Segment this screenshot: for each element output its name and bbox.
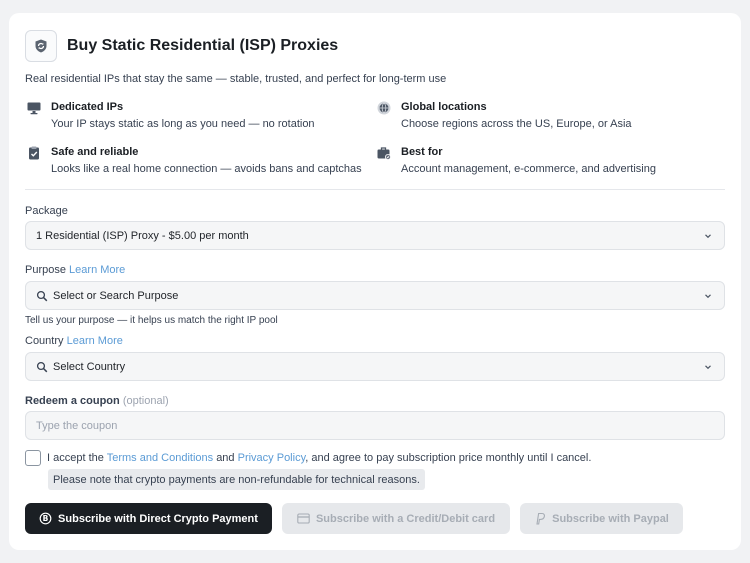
- feature-title: Global locations: [401, 101, 487, 113]
- search-icon: [36, 290, 48, 302]
- coupon-label-row: Redeem a coupon (optional): [25, 395, 169, 407]
- terms-conditions-link[interactable]: Terms and Conditions: [107, 452, 213, 464]
- subscribe-card-button[interactable]: Subscribe with a Credit/Debit card: [282, 503, 510, 534]
- paypal-icon: [534, 512, 546, 525]
- coupon-input[interactable]: [25, 411, 725, 440]
- header: Buy Static Residential (ISP) Proxies: [25, 30, 338, 62]
- country-label-row: Country Learn More: [25, 335, 123, 347]
- proxy-shield-icon: [25, 30, 57, 62]
- chevron-down-icon: [703, 231, 713, 244]
- purpose-label-row: Purpose Learn More: [25, 264, 125, 276]
- country-learn-more-link[interactable]: Learn More: [67, 335, 123, 347]
- terms-text: I accept the Terms and Conditions and Pr…: [47, 452, 591, 464]
- clipboard-check-icon: [25, 145, 43, 163]
- feature-title: Safe and reliable: [51, 146, 139, 158]
- search-icon: [36, 361, 48, 373]
- subscribe-paypal-button[interactable]: Subscribe with Paypal: [520, 503, 683, 534]
- purpose-hint: Tell us your purpose — it helps us match…: [25, 315, 278, 326]
- feature-desc: Looks like a real home connection — avoi…: [51, 163, 362, 175]
- globe-icon: [375, 100, 393, 118]
- purpose-select[interactable]: Select or Search Purpose: [25, 281, 725, 310]
- crypto-refund-note: Please note that crypto payments are non…: [48, 469, 425, 490]
- feature-desc: Your IP stays static as long as you need…: [51, 118, 315, 130]
- credit-card-icon: [297, 513, 310, 524]
- purpose-learn-more-link[interactable]: Learn More: [69, 264, 125, 276]
- crypto-coin-icon: B: [39, 512, 52, 525]
- package-select-value: 1 Residential (ISP) Proxy - $5.00 per mo…: [36, 229, 249, 242]
- package-label: Package: [25, 205, 68, 217]
- privacy-policy-link[interactable]: Privacy Policy: [238, 452, 306, 464]
- country-label: Country: [25, 335, 64, 347]
- purpose-select-value: Select or Search Purpose: [53, 289, 179, 302]
- page-subtitle: Real residential IPs that stay the same …: [25, 73, 447, 85]
- feature-desc: Account management, e-commerce, and adve…: [401, 163, 656, 175]
- feature-desc: Choose regions across the US, Europe, or…: [401, 118, 632, 130]
- subscribe-paypal-label: Subscribe with Paypal: [552, 512, 669, 525]
- feature-dedicated-ips: Dedicated IPs Your IP stays static as lo…: [25, 100, 315, 131]
- package-select[interactable]: 1 Residential (ISP) Proxy - $5.00 per mo…: [25, 221, 725, 250]
- subscribe-crypto-label: Subscribe with Direct Crypto Payment: [58, 512, 258, 525]
- subscribe-crypto-button[interactable]: B Subscribe with Direct Crypto Payment: [25, 503, 272, 534]
- purchase-card: Buy Static Residential (ISP) Proxies Rea…: [9, 13, 741, 550]
- purpose-label: Purpose: [25, 264, 66, 276]
- terms-and: and: [216, 452, 235, 464]
- country-select[interactable]: Select Country: [25, 352, 725, 381]
- terms-prefix: I accept the: [47, 452, 104, 464]
- country-select-value: Select Country: [53, 360, 126, 373]
- feature-safe-reliable: Safe and reliable Looks like a real home…: [25, 145, 362, 176]
- page-title: Buy Static Residential (ISP) Proxies: [67, 37, 339, 54]
- feature-global-locations: Global locations Choose regions across t…: [375, 100, 632, 131]
- feature-title: Best for: [401, 146, 443, 158]
- monitor-icon: [25, 100, 43, 118]
- coupon-label: Redeem a coupon: [25, 395, 120, 407]
- chevron-down-icon: [703, 362, 713, 375]
- terms-checkbox[interactable]: [25, 450, 41, 466]
- feature-title: Dedicated IPs: [51, 101, 124, 113]
- briefcase-icon: [375, 145, 393, 163]
- svg-text:B: B: [43, 514, 49, 523]
- chevron-down-icon: [703, 291, 713, 304]
- feature-best-for: Best for Account management, e-commerce,…: [375, 145, 656, 176]
- terms-suffix: , and agree to pay subscription price mo…: [305, 452, 592, 464]
- coupon-optional-label: (optional): [122, 395, 169, 407]
- subscribe-card-label: Subscribe with a Credit/Debit card: [315, 512, 496, 525]
- divider: [25, 189, 725, 190]
- terms-row: I accept the Terms and Conditions and Pr…: [25, 450, 591, 466]
